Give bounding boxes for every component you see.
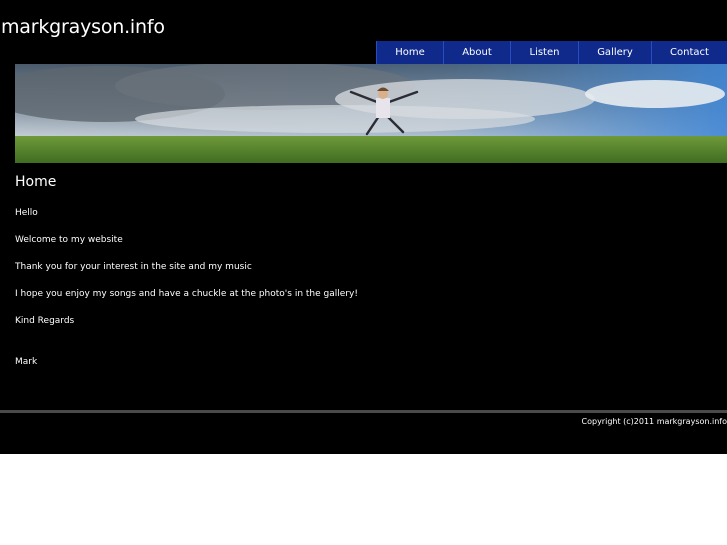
- content-line-greeting: Hello: [15, 208, 38, 218]
- site-container: markgrayson.info Home About Listen Galle…: [0, 0, 727, 454]
- banner-illustration: [15, 64, 727, 163]
- copyright-text: Copyright (c)2011 markgrayson.info: [581, 417, 727, 426]
- content-line-enjoy: I hope you enjoy my songs and have a chu…: [15, 289, 358, 299]
- nav-item-contact[interactable]: Contact: [651, 41, 727, 64]
- footer-divider: [0, 410, 727, 413]
- main-nav: Home About Listen Gallery Contact: [376, 41, 727, 64]
- nav-item-listen[interactable]: Listen: [510, 41, 578, 64]
- page-heading: Home: [15, 174, 57, 190]
- content-line-thanks: Thank you for your interest in the site …: [15, 262, 252, 272]
- content-line-regards: Kind Regards: [15, 316, 75, 326]
- content-line-welcome: Welcome to my website: [15, 235, 123, 245]
- header-banner-image: [15, 64, 727, 163]
- nav-item-gallery[interactable]: Gallery: [578, 41, 651, 64]
- content-line-signature: Mark: [15, 357, 38, 367]
- nav-item-home[interactable]: Home: [376, 41, 443, 64]
- nav-item-about[interactable]: About: [443, 41, 510, 64]
- site-title[interactable]: markgrayson.info: [1, 15, 165, 39]
